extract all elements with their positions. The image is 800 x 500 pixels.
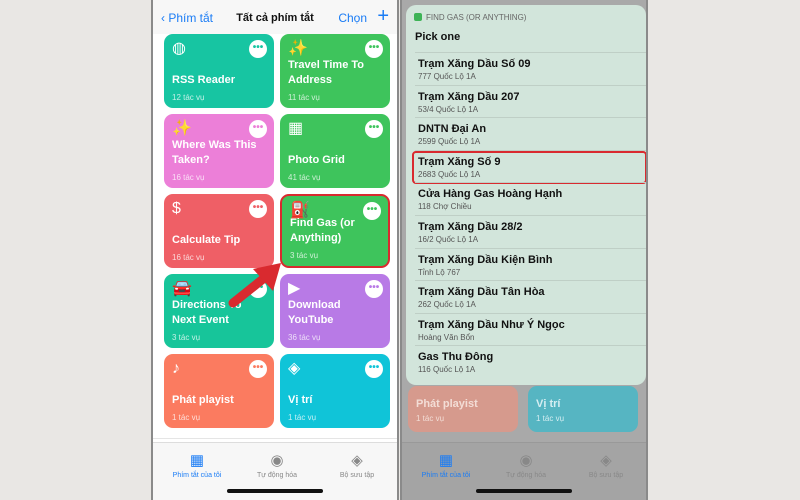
- action-count: 1 tác vụ: [172, 413, 201, 422]
- add-icon[interactable]: +: [377, 5, 389, 28]
- tab-item[interactable]: ◈ Bộ sưu tập: [566, 451, 646, 479]
- place-address: 116 Quốc Lộ 1A: [418, 365, 476, 375]
- grid-icon: ▦: [189, 452, 205, 469]
- shortcut-card[interactable]: ◍ ••• RSS Reader 12 tác vụ: [164, 34, 274, 108]
- place-address: 53/4 Quốc Lộ 1A: [418, 104, 479, 114]
- shortcut-name: Photo Grid: [288, 154, 345, 166]
- list-item[interactable]: Trạm Xăng Dầu Số 09 777 Quốc Lộ 1A: [415, 52, 646, 85]
- more-icon[interactable]: •••: [249, 360, 267, 378]
- list-item[interactable]: Trạm Xăng Dầu 28/2 16/2 Quốc Lộ 1A: [415, 215, 646, 248]
- shortcut-name: Where Was This Taken?: [172, 139, 257, 166]
- shortcuts-screen: ‹ Phím tắt Tất cả phím tắt Chọn + ◍ ••• …: [151, 0, 399, 500]
- place-address: 777 Quốc Lộ 1A: [418, 72, 476, 81]
- tab-label: Tự động hóa: [505, 472, 547, 479]
- pick-one-sheet: FIND GAS (OR ANYTHING) Pick one Trạm Xăn…: [406, 5, 646, 385]
- dimmed-card-vi-tri: Vị trí 1 tác vụ: [528, 386, 638, 432]
- shortcut-card[interactable]: ◈ ••• Vị trí 1 tác vụ: [280, 354, 390, 428]
- action-count: 1 tác vụ: [288, 413, 317, 422]
- place-address: Tỉnh Lộ 767: [418, 267, 461, 277]
- shortcut-name: Phát playist: [172, 394, 234, 406]
- more-icon[interactable]: •••: [365, 40, 383, 58]
- sheet-app-label: FIND GAS (OR ANYTHING): [414, 13, 526, 22]
- list-item[interactable]: Trạm Xăng Dầu Kiện Bình Tỉnh Lộ 767: [415, 247, 646, 281]
- more-icon[interactable]: •••: [249, 40, 267, 58]
- tab-item[interactable]: ▦ Phím tắt của tôi: [157, 451, 237, 479]
- list-item[interactable]: Trạm Xăng Dầu 207 53/4 Quốc Lộ 1A: [415, 84, 646, 118]
- action-count: 36 tác vụ: [288, 333, 321, 342]
- grid-icon: ▦: [438, 452, 454, 469]
- tab-label: Phím tắt của tôi: [421, 472, 471, 479]
- place-name: Trạm Xăng Dầu 207: [418, 90, 520, 103]
- shortcut-card[interactable]: ▶ ••• Download YouTube 36 tác vụ: [280, 274, 390, 348]
- more-icon[interactable]: •••: [365, 360, 383, 378]
- dimmed-card-phat-playist: Phát playist 1 tác vụ: [408, 386, 518, 432]
- action-count: 3 tác vụ: [290, 251, 319, 260]
- home-indicator: [476, 489, 572, 493]
- place-name: Trạm Xăng Dầu 28/2: [418, 221, 523, 233]
- list-item[interactable]: Trạm Xăng Dầu Như Ý Ngọc Hoàng Văn Bổn: [415, 312, 646, 346]
- more-icon[interactable]: •••: [249, 120, 267, 138]
- nav-bar: ‹ Phím tắt Tất cả phím tắt Chọn +: [153, 0, 397, 34]
- shortcut-name: Calculate Tip: [172, 234, 241, 246]
- clock-check-icon: ◉: [270, 452, 284, 469]
- tab-label: Bộ sưu tập: [588, 472, 624, 479]
- action-count: 16 tác vụ: [172, 253, 205, 262]
- shortcut-card[interactable]: ✨ ••• Travel Time To Address 11 tác vụ: [280, 34, 390, 108]
- action-count: 41 tác vụ: [288, 173, 321, 182]
- clock-check-icon: ◉: [519, 452, 533, 469]
- highlight-box: [412, 151, 646, 184]
- shortcut-name: Find Gas (or Anything): [290, 217, 355, 244]
- shortcut-name: RSS Reader: [172, 74, 235, 86]
- tab-label: Bộ sưu tập: [339, 472, 375, 479]
- place-name: DNTN Đại An: [418, 123, 487, 136]
- list-item[interactable]: Trạm Xăng Dầu Tân Hòa 262 Quốc Lộ 1A: [415, 280, 646, 313]
- place-name: Trạm Xăng Dầu Như Ý Ngọc: [418, 318, 565, 331]
- place-address: 262 Quốc Lộ 1A: [418, 300, 476, 310]
- place-name: Gas Thu Đông: [418, 351, 494, 364]
- select-button[interactable]: Chọn: [338, 11, 367, 25]
- tab-label: Phím tắt của tôi: [172, 472, 222, 479]
- shortcut-card[interactable]: ✨ ••• Where Was This Taken? 16 tác vụ: [164, 114, 274, 188]
- red-arrow-annotation: [228, 263, 281, 308]
- sheet-prompt: Pick one: [415, 31, 461, 43]
- tab-item[interactable]: ◉ Tự động hóa: [237, 451, 317, 479]
- more-icon[interactable]: •••: [249, 200, 267, 218]
- divider: [153, 438, 397, 439]
- shortcut-name: Travel Time To Address: [288, 59, 365, 86]
- list-item[interactable]: DNTN Đại An 2599 Quốc Lộ 1A: [415, 117, 646, 150]
- tab-label: Tự động hóa: [256, 472, 298, 479]
- place-name: Trạm Xăng Dầu Số 09: [418, 58, 531, 70]
- tab-item[interactable]: ◈ Bộ sưu tập: [317, 451, 397, 479]
- action-count: 3 tác vụ: [172, 333, 201, 342]
- layers-icon: ◈: [351, 452, 363, 469]
- list-item[interactable]: Cửa Hàng Gas Hoàng Hạnh 118 Chợ Chiều: [415, 182, 646, 215]
- layers-icon: ◈: [600, 452, 612, 469]
- place-address: 2599 Quốc Lộ 1A: [418, 137, 481, 147]
- shortcut-card[interactable]: ▦ ••• Photo Grid 41 tác vụ: [280, 114, 390, 188]
- shortcut-name: Download YouTube: [288, 299, 341, 326]
- place-name: Trạm Xăng Dầu Kiện Bình: [418, 253, 553, 266]
- list-item[interactable]: Gas Thu Đông 116 Quốc Lộ 1A: [415, 345, 646, 378]
- shortcut-name: Vị trí: [288, 394, 313, 406]
- more-icon[interactable]: •••: [365, 120, 383, 138]
- place-address: 16/2 Quốc Lộ 1A: [418, 235, 479, 244]
- tab-item[interactable]: ▦ Phím tắt của tôi: [406, 451, 486, 479]
- action-count: 12 tác vụ: [172, 93, 205, 102]
- shortcut-card[interactable]: ⛽ ••• Find Gas (or Anything) 3 tác vụ: [280, 194, 390, 268]
- home-indicator: [227, 489, 323, 493]
- place-address: 118 Chợ Chiều: [418, 202, 472, 212]
- shortcut-card[interactable]: ♪ ••• Phát playist 1 tác vụ: [164, 354, 274, 428]
- back-button[interactable]: ‹ Phím tắt: [161, 11, 213, 25]
- place-name: Cửa Hàng Gas Hoàng Hạnh: [418, 188, 563, 201]
- fuel-pump-icon: [414, 13, 422, 21]
- place-name: Trạm Xăng Dầu Tân Hòa: [418, 286, 545, 299]
- tab-item[interactable]: ◉ Tự động hóa: [486, 451, 566, 479]
- more-icon[interactable]: •••: [365, 280, 383, 298]
- action-count: 11 tác vụ: [288, 93, 320, 102]
- picker-screen: Phát playist 1 tác vụ Vị trí 1 tác vụ FIND…: [400, 0, 648, 500]
- action-count: 16 tác vụ: [172, 173, 205, 182]
- place-address: Hoàng Văn Bổn: [418, 332, 475, 342]
